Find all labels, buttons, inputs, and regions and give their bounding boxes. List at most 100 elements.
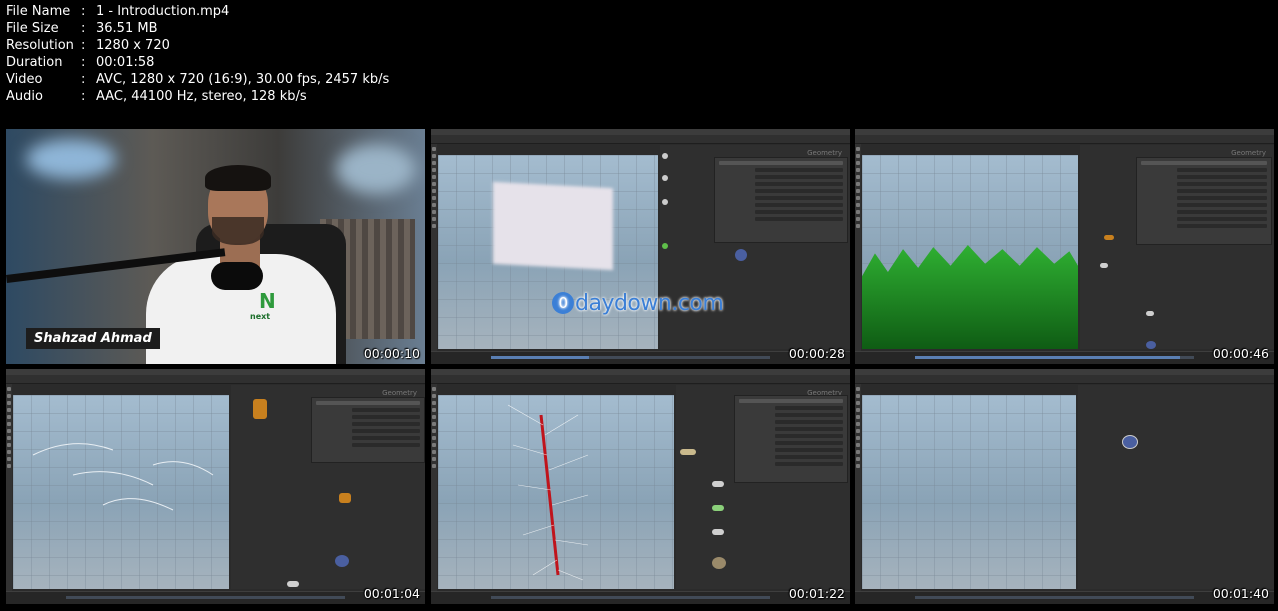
parameter-dialog[interactable] [1136,157,1272,245]
parameter-dialog[interactable] [714,157,848,243]
node[interactable] [712,529,724,535]
network-label: Geometry [382,389,417,397]
file-info-row: Audio: AAC, 44100 Hz, stereo, 128 kb/s [6,88,389,105]
network-editor[interactable]: Geometry [676,385,850,589]
thumbnail-6[interactable]: 00:01:40 [855,369,1274,604]
timeline-fill [491,356,589,359]
info-value: 1280 x 720 [96,38,170,53]
tool-strip [431,144,437,352]
info-separator: : [81,89,86,104]
background-light [26,139,116,179]
timeline-track[interactable] [915,596,1194,599]
info-separator: : [81,72,86,87]
node[interactable] [253,399,267,419]
scene-viewport[interactable] [438,155,658,349]
thumbnail-3[interactable]: Geometry 00:00:46 [855,129,1274,364]
tool-strip [431,384,437,592]
info-separator: : [81,21,86,36]
presenter-name-caption: Shahzad Ahmad [26,328,160,349]
thumbnail-4[interactable]: Geometry 00:01:04 [6,369,425,604]
thumbnail-timestamp: 00:00:28 [788,346,845,361]
info-label: Audio [6,89,43,104]
tab-bar [6,375,425,384]
scene-viewport[interactable] [862,155,1078,349]
network-label: Geometry [1231,149,1266,157]
timeline[interactable] [431,591,850,604]
parameter-dialog[interactable] [734,395,848,483]
node[interactable] [735,249,747,261]
info-value: 1 - Introduction.mp4 [96,4,230,19]
background-light [336,144,416,194]
node[interactable] [287,581,299,587]
node[interactable] [712,557,726,569]
info-label: File Name [6,4,71,19]
info-label: Duration [6,55,63,70]
timeline[interactable] [855,591,1274,604]
file-info-row: File Name:1 - Introduction.mp4 [6,3,389,20]
grass-field [862,245,1078,349]
node[interactable] [1104,235,1114,240]
scene-viewport[interactable] [862,395,1076,589]
thumbnail-5[interactable]: Geometry 00:01:22 [431,369,850,604]
thumbnail-timestamp: 00:01:40 [1212,586,1269,601]
file-info-row: Video: AVC, 1280 x 720 (16:9), 30.00 fps,… [6,71,389,88]
file-info-row: File Size:36.51 MB [6,20,389,37]
viewport-grid [862,395,1076,589]
node[interactable] [680,449,696,455]
curves-preview [32,443,214,511]
info-separator: : [81,38,86,53]
timeline[interactable] [6,591,425,604]
timeline[interactable] [855,351,1274,364]
scene-viewport[interactable] [13,395,229,589]
network-editor[interactable] [1078,385,1274,589]
shirt-logo-mark: N [259,289,276,313]
network-editor[interactable]: Geometry [1080,145,1274,349]
node[interactable] [662,243,668,249]
info-value: 00:01:58 [96,55,155,70]
microphone [211,262,263,290]
node[interactable] [1146,341,1156,349]
node[interactable] [339,493,351,503]
timeline-track[interactable] [66,596,345,599]
network-editor[interactable]: Geometry [231,385,425,589]
timeline[interactable] [431,351,850,364]
parameter-dialog[interactable] [311,397,425,463]
thumbnail-2[interactable]: Geometry 0 daydown.com 00:00:28 [431,129,850,364]
strand-preview [507,404,589,581]
network-editor[interactable]: Geometry [660,145,850,349]
node[interactable] [662,153,668,159]
node[interactable] [335,555,349,567]
info-value: AVC, 1280 x 720 (16:9), 30.00 fps, 2457 … [96,72,390,87]
timeline-track[interactable] [491,596,770,599]
info-value: AAC, 44100 Hz, stereo, 128 kb/s [96,89,307,104]
timeline-track[interactable] [915,356,1194,359]
watermark: 0 daydown.com [552,291,724,316]
shirt-logo-text: next [250,312,271,321]
thumbnail-timestamp: 00:01:22 [788,586,845,601]
tool-strip [855,384,861,592]
watermark-icon: 0 [552,292,574,314]
node[interactable] [1146,311,1154,316]
thumbnail-1[interactable]: N next Shahzad Ahmad 00:00:10 [6,129,425,364]
info-separator: : [81,4,86,19]
info-label: File Size [6,21,59,36]
scene-viewport[interactable] [438,395,674,589]
info-separator: : [81,55,86,70]
node[interactable] [1100,263,1108,268]
tool-strip [855,144,861,352]
cloth-plane [493,181,613,271]
node[interactable] [1122,435,1138,449]
tab-bar [855,375,1274,384]
thumbnail-timestamp: 00:01:04 [363,586,420,601]
info-value: 36.51 MB [96,21,158,36]
node[interactable] [712,481,724,487]
file-info-row: Resolution:1280 x 720 [6,37,389,54]
presenter-beard [212,217,264,245]
timeline-track[interactable] [491,356,770,359]
timeline-fill [915,356,1181,359]
thumbnail-timestamp: 00:00:46 [1212,346,1269,361]
node[interactable] [712,505,724,511]
node[interactable] [662,199,668,205]
tab-bar [431,375,850,384]
node[interactable] [662,175,668,181]
